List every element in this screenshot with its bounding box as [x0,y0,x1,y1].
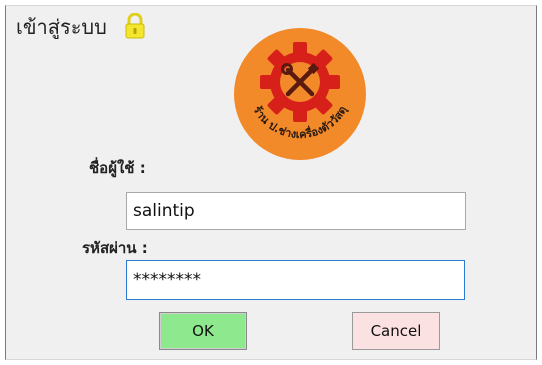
shop-logo: ร้าน ป.ช่างเครื่องตัววัสดุ [234,28,366,160]
ok-button[interactable]: OK [159,312,247,350]
password-input[interactable] [126,260,465,300]
username-label: ชื่อผู้ใช้ : [89,159,146,177]
password-label: รหัสผ่าน : [82,239,148,257]
dialog-title: เข้าสู่ระบบ [16,15,107,39]
login-dialog: เข้าสู่ระบบ ร้าน ป.ช่างเครื่องตัววัสดุ ช… [5,5,537,360]
cancel-button[interactable]: Cancel [352,312,440,350]
username-input[interactable] [126,192,466,230]
padlock-icon [125,13,145,39]
